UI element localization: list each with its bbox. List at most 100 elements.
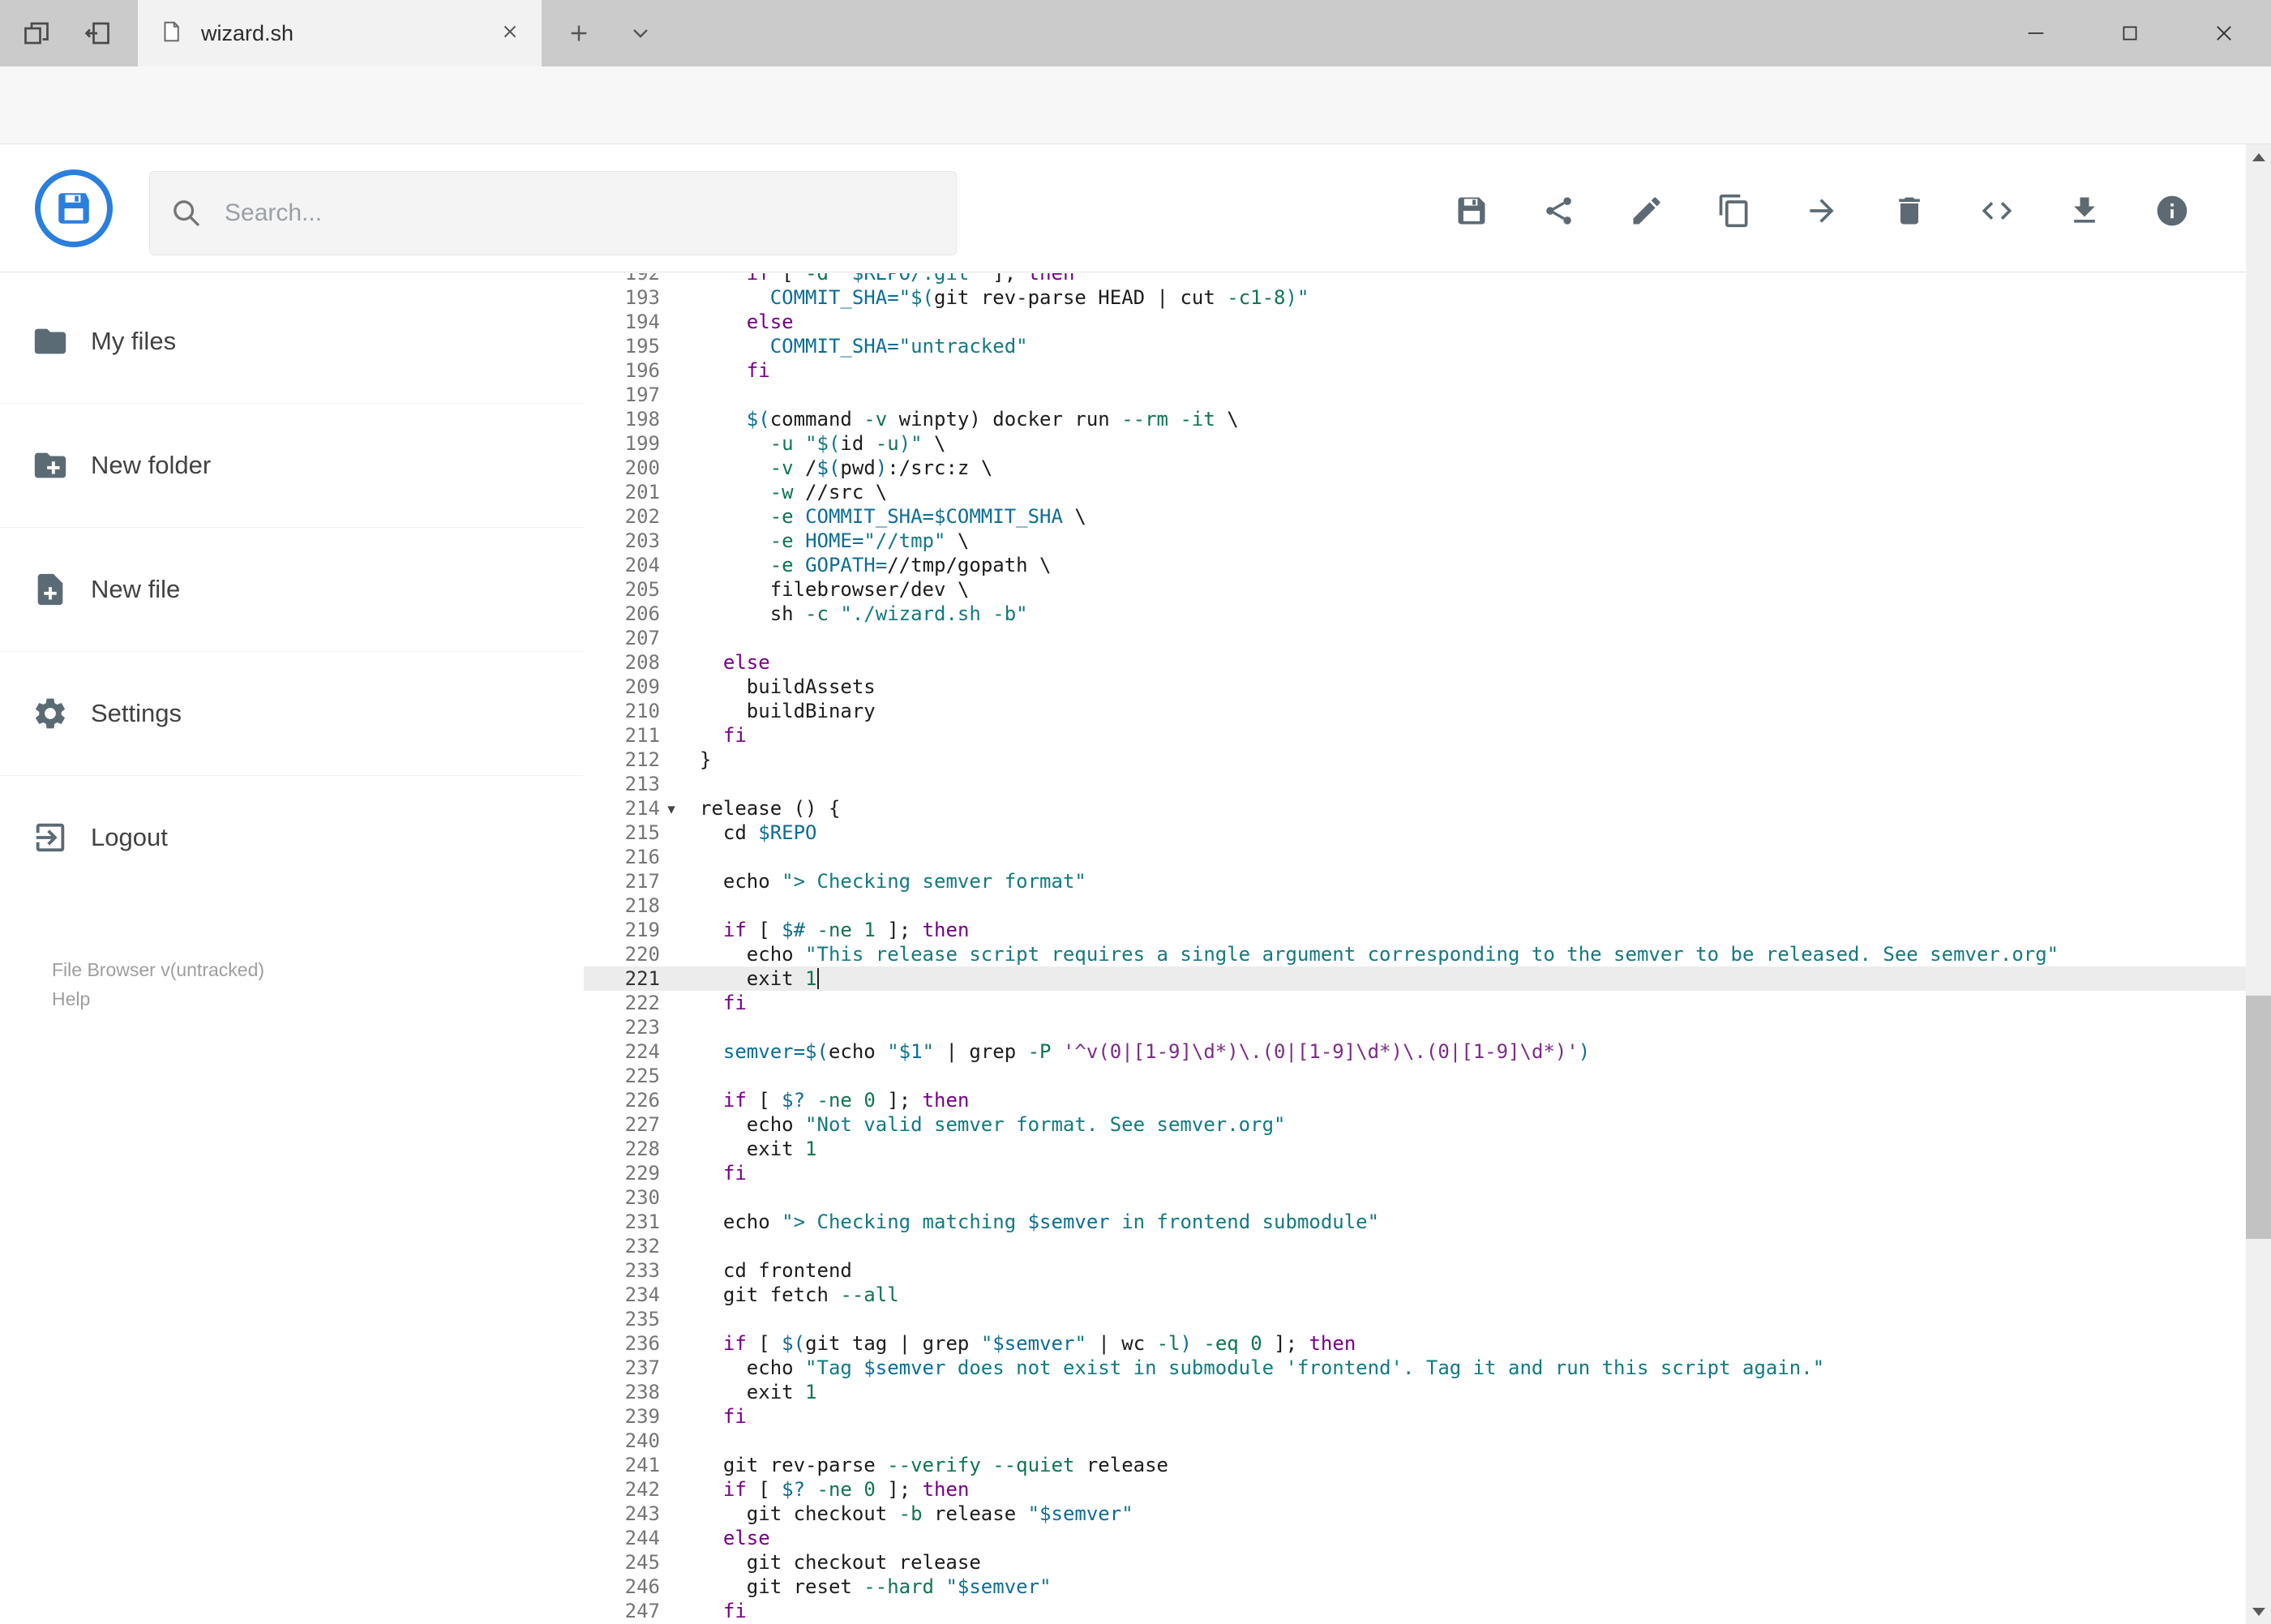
code-line-216[interactable]: 216 (584, 845, 2246, 869)
text-cursor (816, 968, 819, 989)
code-line-239[interactable]: 239 fi (584, 1404, 2246, 1429)
code-line-205[interactable]: 205 filebrowser/dev \ (584, 577, 2246, 602)
window-close-button[interactable] (2186, 0, 2262, 66)
code-editor[interactable]: 192 if [ -d "$REPO/.git" ]; then 193 COMM… (584, 273, 2246, 1624)
code-line-227[interactable]: 227 echo "Not valid semver format. See s… (584, 1112, 2246, 1137)
move-button[interactable] (1804, 178, 1840, 243)
code-line-218[interactable]: 218 (584, 893, 2246, 918)
code-line-220[interactable]: 220 echo "This release script requires a… (584, 942, 2246, 966)
code-line-246[interactable]: 246 git reset --hard "$semver" (584, 1575, 2246, 1599)
code-line-223[interactable]: 223 (584, 1015, 2246, 1039)
code-line-245[interactable]: 245 git checkout release (584, 1550, 2246, 1575)
search-box[interactable] (149, 171, 957, 255)
info-button[interactable] (2154, 178, 2190, 243)
code-line-241[interactable]: 241 git rev-parse --verify --quiet relea… (584, 1453, 2246, 1477)
code-line-229[interactable]: 229 fi (584, 1161, 2246, 1185)
delete-button[interactable] (1892, 178, 1927, 243)
sidebar-item-new-folder[interactable]: New folder (0, 404, 584, 528)
code-line-232[interactable]: 232 (584, 1234, 2246, 1258)
sidebar-item-label: New file (91, 575, 181, 603)
code-line-226[interactable]: 226 if [ $? -ne 0 ]; then (584, 1088, 2246, 1112)
code-line-200[interactable]: 200 -v /$(pwd):/src:z \ (584, 456, 2246, 480)
code-line-192[interactable]: 192 if [ -d "$REPO/.git" ]; then (584, 273, 2246, 285)
download-button[interactable] (2067, 178, 2102, 243)
save-button[interactable] (1454, 178, 1489, 243)
code-line-225[interactable]: 225 (584, 1064, 2246, 1088)
code-line-214[interactable]: 214 ▾ release () { (584, 796, 2246, 821)
code-line-233[interactable]: 233 cd frontend (584, 1258, 2246, 1283)
window-minimize-button[interactable] (1998, 0, 2074, 66)
code-line-211[interactable]: 211 fi (584, 723, 2246, 748)
code-line-231[interactable]: 231 echo "> Checking matching $semver in… (584, 1210, 2246, 1234)
code-line-219[interactable]: 219 if [ $# -ne 1 ]; then (584, 918, 2246, 942)
code-line-212[interactable]: 212} (584, 748, 2246, 772)
sidebar-item-new-file[interactable]: New file (0, 528, 584, 652)
line-number: 235 (624, 1308, 660, 1330)
code-line-196[interactable]: 196 fi (584, 358, 2246, 383)
code-line-242[interactable]: 242 if [ $? -ne 0 ]; then (584, 1477, 2246, 1502)
fold-arrow-icon[interactable]: ▾ (662, 797, 681, 821)
code-line-235[interactable]: 235 (584, 1307, 2246, 1331)
code-line-244[interactable]: 244 else (584, 1526, 2246, 1550)
set-tabs-aside-icon[interactable] (81, 17, 114, 49)
code-line-243[interactable]: 243 git checkout -b release "$semver" (584, 1502, 2246, 1526)
raw-code-button[interactable] (1979, 178, 2015, 243)
scroll-up-arrow-icon[interactable] (2246, 144, 2271, 169)
tabs-set-aside-list-icon[interactable] (20, 17, 53, 49)
page-scrollbar[interactable] (2246, 144, 2271, 1624)
code-line-240[interactable]: 240 (584, 1429, 2246, 1453)
code-line-228[interactable]: 228 exit 1 (584, 1137, 2246, 1161)
code-line-193[interactable]: 193 COMMIT_SHA="$(git rev-parse HEAD | c… (584, 285, 2246, 310)
share-button[interactable] (1541, 178, 1577, 243)
code-line-221[interactable]: 221 exit 1 (584, 966, 2246, 991)
rename-button[interactable] (1629, 178, 1665, 243)
tab-close-icon[interactable] (499, 21, 521, 46)
code-line-236[interactable]: 236 if [ $(git tag | grep "$semver" | wc… (584, 1331, 2246, 1356)
code-line-215[interactable]: 215 cd $REPO (584, 821, 2246, 845)
code-line-234[interactable]: 234 git fetch --all (584, 1283, 2246, 1307)
window-maximize-button[interactable] (2092, 0, 2168, 66)
code-line-222[interactable]: 222 fi (584, 991, 2246, 1015)
line-number: 205 (624, 578, 660, 601)
code-line-198[interactable]: 198 $(command -v winpty) docker run --rm… (584, 407, 2246, 431)
sidebar-item-settings[interactable]: Settings (0, 652, 584, 776)
code-line-203[interactable]: 203 -e HOME="//tmp" \ (584, 529, 2246, 553)
code-line-210[interactable]: 210 buildBinary (584, 699, 2246, 723)
code-line-230[interactable]: 230 (584, 1185, 2246, 1210)
code-line-197[interactable]: 197 (584, 383, 2246, 407)
line-number: 201 (624, 481, 660, 503)
browser-tab-bar: wizard.sh (0, 0, 2271, 66)
sidebar-item-my-files[interactable]: My files (0, 280, 584, 404)
code-line-237[interactable]: 237 echo "Tag $semver does not exist in … (584, 1356, 2246, 1380)
line-number: 239 (624, 1405, 660, 1428)
code-line-217[interactable]: 217 echo "> Checking semver format" (584, 869, 2246, 893)
tab-preview-chevron-icon[interactable] (624, 17, 657, 49)
code-line-204[interactable]: 204 -e GOPATH=//tmp/gopath \ (584, 553, 2246, 577)
code-line-199[interactable]: 199 -u "$(id -u)" \ (584, 431, 2246, 456)
scroll-down-arrow-icon[interactable] (2246, 1599, 2271, 1624)
code-line-195[interactable]: 195 COMMIT_SHA="untracked" (584, 334, 2246, 358)
code-line-247[interactable]: 247 fi (584, 1599, 2246, 1623)
search-icon (150, 197, 223, 229)
code-line-194[interactable]: 194 else (584, 310, 2246, 334)
code-line-213[interactable]: 213 (584, 772, 2246, 796)
code-line-201[interactable]: 201 -w //src \ (584, 480, 2246, 504)
copy-button[interactable] (1716, 178, 1752, 243)
code-line-209[interactable]: 209 buildAssets (584, 675, 2246, 699)
code-line-206[interactable]: 206 sh -c "./wizard.sh -b" (584, 602, 2246, 626)
filebrowser-logo[interactable] (35, 169, 113, 247)
code-line-207[interactable]: 207 (584, 626, 2246, 650)
line-number: 226 (624, 1089, 660, 1112)
browser-tab-wizard[interactable]: wizard.sh (138, 0, 542, 66)
code-line-238[interactable]: 238 exit 1 (584, 1380, 2246, 1404)
code-line-224[interactable]: 224 semver=$(echo "$1" | grep -P '^v(0|[… (584, 1039, 2246, 1064)
code-line-208[interactable]: 208 else (584, 650, 2246, 675)
new-tab-button[interactable] (563, 17, 595, 49)
search-input[interactable] (223, 199, 956, 228)
scrollbar-thumb[interactable] (2246, 996, 2271, 1239)
sidebar-item-logout[interactable]: Logout (0, 776, 584, 899)
help-link[interactable]: Help (52, 984, 264, 1013)
code-line-202[interactable]: 202 -e COMMIT_SHA=$COMMIT_SHA \ (584, 504, 2246, 529)
line-number: 218 (624, 894, 660, 917)
line-number: 225 (624, 1065, 660, 1087)
